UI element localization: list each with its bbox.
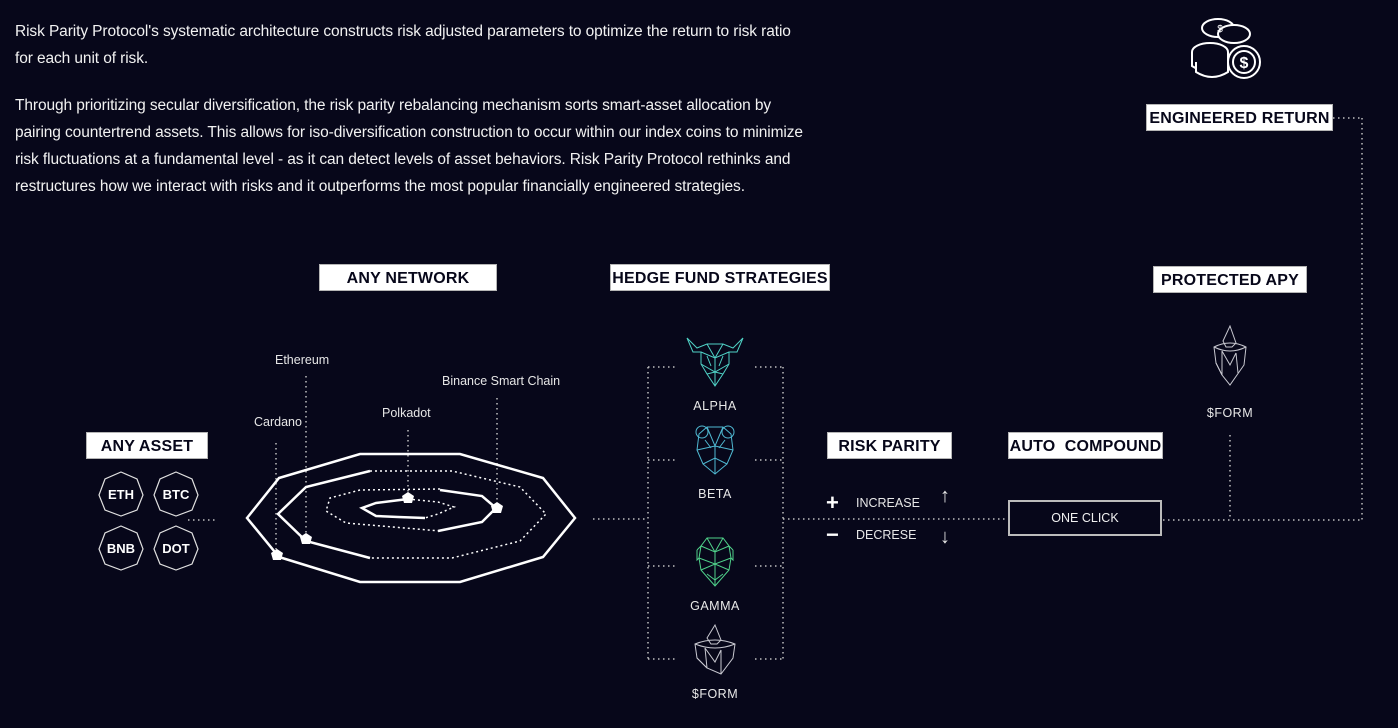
increase-row[interactable]: + INCREASE [826, 490, 920, 516]
intro-paragraph: Risk Parity Protocol's systematic archit… [15, 23, 791, 67]
bull-icon [686, 337, 744, 387]
asset-label: BTC [162, 486, 190, 502]
increase-label: INCREASE [856, 496, 920, 510]
decrease-label: DECRESE [856, 528, 917, 542]
crystal-icon [694, 623, 736, 675]
asset-eth[interactable]: ETH [98, 471, 144, 517]
network-label-bsc: Binance Smart Chain [442, 374, 561, 388]
strategy-label: BETA [698, 487, 732, 501]
down-arrow-icon: ↓ [940, 526, 950, 548]
gorilla-icon [696, 537, 734, 587]
coins-icon: $ $ [1188, 14, 1268, 86]
any-network-tag: ANY NETWORK [319, 264, 497, 291]
bear-icon [695, 425, 735, 475]
intro-paragraph: Through prioritizing secular diversifica… [15, 97, 803, 195]
asset-bnb[interactable]: BNB [98, 525, 144, 571]
asset-label: BNB [106, 540, 136, 556]
asset-label: ETH [108, 486, 134, 502]
protected-apy-tag: PROTECTED APY [1153, 266, 1307, 293]
hedge-fund-strategies-tag: HEDGE FUND STRATEGIES [610, 264, 830, 291]
intro-text: Risk Parity Protocol's systematic archit… [15, 18, 805, 220]
strategy-label: GAMMA [690, 599, 740, 613]
ethereum-node [300, 533, 312, 544]
crystal-icon [1213, 324, 1247, 386]
strategy-label: ALPHA [693, 399, 737, 413]
network-label-ethereum: Ethereum [275, 353, 330, 367]
strategy-label: $FORM [691, 687, 739, 701]
minus-icon: − [826, 522, 839, 547]
polkadot-node [402, 492, 414, 503]
engineered-return-tag: ENGINEERED RETURN [1146, 104, 1333, 131]
asset-dot[interactable]: DOT [153, 525, 199, 571]
asset-btc[interactable]: BTC [153, 471, 199, 517]
network-label-cardano: Cardano [254, 415, 302, 429]
auto-compound-tag: AUTO COMPOUND [1008, 432, 1163, 459]
network-radar [245, 452, 577, 584]
strategy-beta[interactable]: BETA [675, 424, 755, 501]
asset-label: DOT [162, 540, 190, 556]
one-click-button[interactable]: ONE CLICK [1008, 500, 1162, 536]
decrease-row[interactable]: − DECRESE [826, 522, 916, 548]
strategy-alpha[interactable]: ALPHA [675, 334, 755, 413]
plus-icon: + [826, 490, 839, 515]
token-label: $FORM [1206, 406, 1254, 420]
protected-apy-token: $FORM [1200, 324, 1260, 420]
any-asset-tag: ANY ASSET [86, 432, 208, 459]
svg-text:$: $ [1217, 24, 1223, 35]
strategy-gamma[interactable]: GAMMA [675, 536, 755, 613]
strategy-form[interactable]: $FORM [675, 623, 755, 701]
svg-text:$: $ [1240, 55, 1249, 72]
network-label-polkadot: Polkadot [382, 406, 431, 420]
up-arrow-icon: ↑ [940, 485, 950, 507]
risk-parity-tag: RISK PARITY [827, 432, 952, 459]
